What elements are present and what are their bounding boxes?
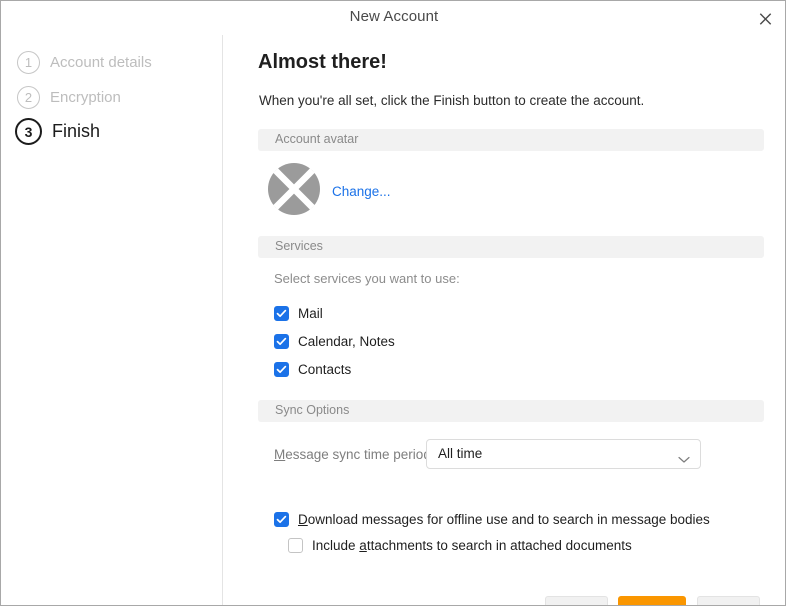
finish-button-prefix: Fi — [634, 603, 645, 606]
sync-period-label-mnemonic: M — [274, 447, 285, 462]
finish-button-mnemonic: n — [645, 603, 653, 606]
checkbox-calendar-notes[interactable] — [274, 334, 289, 349]
step-number-badge: 2 — [17, 86, 40, 109]
service-label: Calendar, Notes — [298, 334, 395, 349]
main-panel: Almost there! When you're all set, click… — [224, 35, 786, 605]
change-avatar-link[interactable]: Change... — [332, 184, 391, 199]
avatar-row: Change... — [268, 163, 391, 220]
new-account-dialog: New Account 1 Account details 2 Encrypti… — [0, 0, 786, 606]
checkbox-download-messages[interactable] — [274, 512, 289, 527]
service-checkbox-calendar-notes[interactable]: Calendar, Notes — [274, 334, 395, 349]
sidebar-step-finish[interactable]: 3 Finish — [15, 118, 100, 145]
option-label-mnemonic: a — [359, 538, 367, 553]
page-subtitle: When you're all set, click the Finish bu… — [259, 93, 644, 108]
step-number-badge: 1 — [17, 51, 40, 74]
back-button[interactable]: Back — [545, 596, 608, 606]
section-header-label: Sync Options — [275, 403, 349, 417]
close-icon[interactable] — [751, 5, 779, 31]
wizard-steps-sidebar: 1 Account details 2 Encryption 3 Finish — [1, 35, 223, 605]
back-button-mnemonic: B — [561, 603, 570, 606]
option-label-rest: ttachments to search in attached documen… — [367, 538, 632, 553]
avatar-placeholder-icon[interactable] — [268, 163, 320, 220]
window-title: New Account — [1, 8, 786, 25]
section-header-label: Account avatar — [275, 132, 358, 146]
service-checkbox-mail[interactable]: Mail — [274, 306, 323, 321]
section-header-label: Services — [275, 239, 323, 253]
option-label-prefix: Include — [312, 538, 359, 553]
checkbox-contacts[interactable] — [274, 362, 289, 377]
option-label-rest: ownload messages for offline use and to … — [308, 512, 710, 527]
sync-period-value: All time — [438, 446, 482, 461]
chevron-down-icon — [678, 451, 690, 469]
sidebar-step-account-details[interactable]: 1 Account details — [17, 51, 152, 74]
sidebar-step-encryption[interactable]: 2 Encryption — [17, 86, 121, 109]
cancel-button[interactable]: Cancel — [697, 596, 760, 606]
option-label: Include attachments to search in attache… — [312, 538, 632, 553]
finish-button[interactable]: Finish — [618, 596, 686, 606]
back-button-rest: ack — [571, 603, 592, 606]
option-include-attachments[interactable]: Include attachments to search in attache… — [288, 538, 632, 553]
sync-period-dropdown[interactable]: All time — [426, 439, 701, 469]
option-label-mnemonic: D — [298, 512, 308, 527]
checkbox-include-attachments[interactable] — [288, 538, 303, 553]
step-label: Encryption — [50, 89, 121, 106]
section-header-services: Services — [258, 236, 764, 258]
section-header-sync-options: Sync Options — [258, 400, 764, 422]
sync-period-label-rest: essage sync time period: — [285, 447, 434, 462]
service-label: Contacts — [298, 362, 351, 377]
finish-button-rest: ish — [653, 603, 670, 606]
option-download-messages[interactable]: Download messages for offline use and to… — [274, 512, 710, 527]
step-label: Account details — [50, 54, 152, 71]
dialog-footer: Back Finish Cancel — [224, 561, 786, 606]
page-title: Almost there! — [258, 51, 387, 74]
step-label: Finish — [52, 121, 100, 142]
service-checkbox-contacts[interactable]: Contacts — [274, 362, 351, 377]
step-number-badge: 3 — [15, 118, 42, 145]
checkbox-mail[interactable] — [274, 306, 289, 321]
service-label: Mail — [298, 306, 323, 321]
section-header-account-avatar: Account avatar — [258, 129, 764, 151]
sync-period-label: Message sync time period: — [274, 447, 435, 462]
services-hint-text: Select services you want to use: — [274, 271, 460, 286]
option-label: Download messages for offline use and to… — [298, 512, 710, 527]
title-bar: New Account — [1, 1, 786, 35]
